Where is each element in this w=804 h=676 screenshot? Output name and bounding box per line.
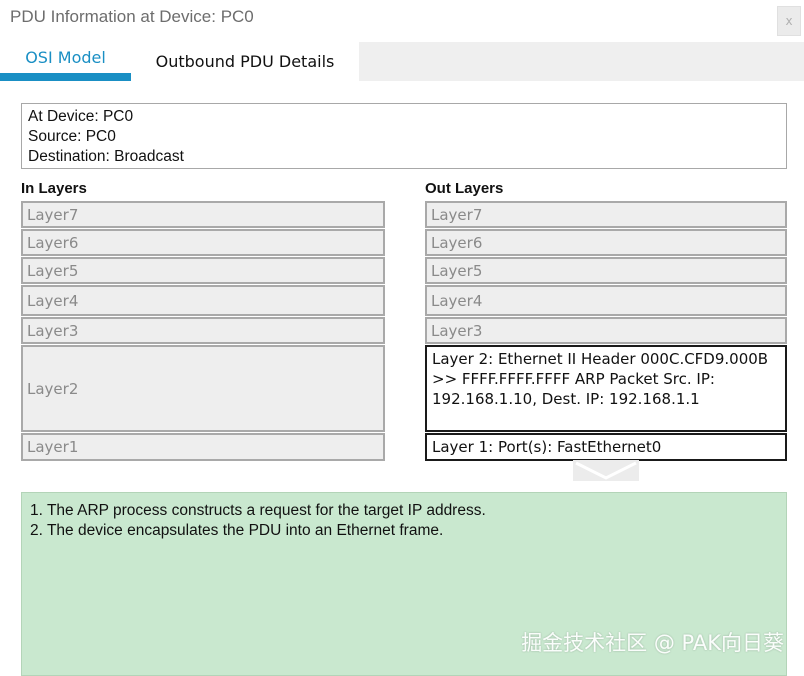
tab-bar-filler <box>359 42 804 81</box>
in-layer-4[interactable]: Layer4 <box>21 285 385 316</box>
tab-osi-model[interactable]: OSI Model <box>0 42 131 81</box>
out-layers-heading: Out Layers <box>425 180 504 197</box>
window-title: PDU Information at Device: PC0 <box>10 7 254 26</box>
tab-outbound-pdu-details[interactable]: Outbound PDU Details <box>131 42 359 81</box>
in-layer-5[interactable]: Layer5 <box>21 257 385 284</box>
in-layer-1[interactable]: Layer1 <box>21 433 385 461</box>
close-icon: x <box>785 14 793 28</box>
in-layers-heading: In Layers <box>21 180 87 197</box>
in-layer-2[interactable]: Layer2 <box>21 345 385 432</box>
chevron-down-icon <box>573 460 639 481</box>
out-layer-3[interactable]: Layer3 <box>425 317 787 344</box>
out-layer-5[interactable]: Layer5 <box>425 257 787 284</box>
out-layer-1[interactable]: Layer 1: Port(s): FastEthernet0 <box>425 433 787 461</box>
source-text: Source: PC0 <box>28 128 116 145</box>
out-layer-7[interactable]: Layer7 <box>425 201 787 228</box>
note-line: 2. The device encapsulates the PDU into … <box>30 522 444 539</box>
destination-text: Destination: Broadcast <box>28 148 184 165</box>
out-layer-2[interactable]: Layer 2: Ethernet II Header 000C.CFD9.00… <box>425 345 787 432</box>
close-button[interactable]: x <box>777 6 801 36</box>
tab-label: Outbound PDU Details <box>155 52 335 71</box>
tab-label: OSI Model <box>25 48 106 67</box>
note-line: 1. The ARP process constructs a request … <box>30 502 486 519</box>
device-info-box: At Device: PC0 Source: PC0 Destination: … <box>21 103 787 169</box>
in-layer-7[interactable]: Layer7 <box>21 201 385 228</box>
tab-bar: OSI Model Outbound PDU Details <box>0 42 804 81</box>
title-bar: PDU Information at Device: PC0 x <box>0 0 804 40</box>
in-layer-3[interactable]: Layer3 <box>21 317 385 344</box>
watermark-text: 掘金技术社区 @ PAK向日葵 <box>521 631 784 655</box>
out-layer-6[interactable]: Layer6 <box>425 229 787 256</box>
in-layer-6[interactable]: Layer6 <box>21 229 385 256</box>
at-device-text: At Device: PC0 <box>28 108 134 125</box>
out-layer-4[interactable]: Layer4 <box>425 285 787 316</box>
